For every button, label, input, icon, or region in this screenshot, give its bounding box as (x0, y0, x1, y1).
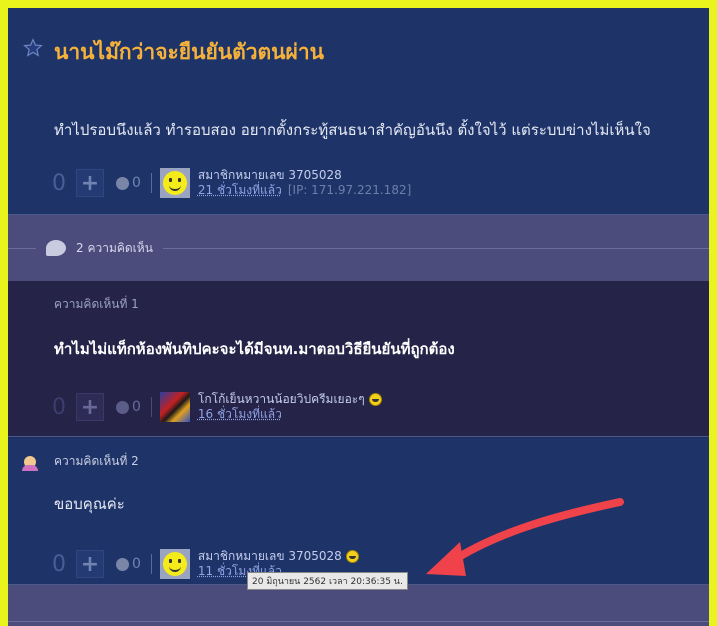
comment-2: ความคิดเห็นที่ 2 ขอบคุณค่ะ 0 + 0 สมาชิกห… (8, 438, 709, 585)
avatar[interactable] (159, 392, 190, 422)
vote-count: 0 (52, 170, 66, 196)
divider (150, 554, 152, 574)
comment-text: ทำไมไม่แท็กห้องพันทิปคะจะได้มีจนท.มาตอบว… (54, 340, 455, 358)
smiley-avatar-icon (162, 552, 187, 576)
emotion-button[interactable]: 0 (116, 175, 141, 191)
favorite-star-icon[interactable] (23, 38, 43, 58)
emotion-button[interactable]: 0 (116, 399, 141, 415)
page-frame: นานไม๊กว่าจะยืนยันตัวตนผ่าน ทำไปรอบนึงแล… (8, 8, 709, 626)
divider (150, 173, 152, 193)
comments-count-label: 2 ความคิดเห็น (36, 235, 163, 261)
topic-owner-icon (22, 456, 38, 471)
author-name-link[interactable]: โกโก้เย็นหวานน้อยวิปครีมเยอะๆ (198, 392, 382, 407)
vote-plus-button[interactable]: + (76, 393, 104, 421)
emotion-face-icon (116, 557, 129, 571)
emotion-count: 0 (132, 175, 141, 191)
laughing-emoji-icon (368, 393, 382, 406)
author-meta: สมาชิกหมายเลข 3705028 21 ชั่วโมงที่แล้ว [… (198, 168, 411, 198)
comment-label: ความคิดเห็นที่ 2 (54, 454, 139, 468)
comment-label: ความคิดเห็นที่ 1 (54, 297, 139, 311)
bottom-divider (8, 585, 709, 626)
topic-action-bar: 0 + 0 สมาชิกหมายเลข 3705028 21 ชั่วโมงที… (52, 163, 411, 203)
comments-divider: 2 ความคิดเห็น (8, 215, 709, 281)
topic-body: ทำไปรอบนึงแล้ว ทำรอบสอง อยากตั้งกระทู้สน… (54, 121, 651, 139)
vote-count: 0 (52, 394, 66, 420)
comments-count-text: 2 ความคิดเห็น (76, 240, 153, 255)
emotion-face-icon (116, 176, 129, 190)
divider (150, 397, 152, 417)
ip-address: [IP: 171.97.221.182] (287, 183, 412, 197)
author-meta: โกโก้เย็นหวานน้อยวิปครีมเยอะๆ 16 ชั่วโมง… (198, 392, 382, 422)
post-time-link[interactable]: 16 ชั่วโมงที่แล้ว (198, 407, 382, 422)
vote-count: 0 (52, 551, 66, 577)
comment-action-bar: 0 + 0 โกโก้เย็นหวานน้อยวิปครีมเยอะๆ 16 ช… (52, 387, 382, 427)
time-tooltip: 20 มิถุนายน 2562 เวลา 20:36:35 น. (247, 572, 408, 590)
author-name: สมาชิกหมายเลข 3705028 (197, 549, 342, 563)
avatar[interactable] (159, 549, 190, 579)
topic-title: นานไม๊กว่าจะยืนยันตัวตนผ่าน (54, 40, 324, 64)
topic-post: นานไม๊กว่าจะยืนยันตัวตนผ่าน ทำไปรอบนึงแล… (8, 8, 709, 215)
author-name-link[interactable]: สมาชิกหมายเลข 3705028 (198, 168, 411, 183)
emotion-face-icon (116, 400, 129, 414)
comment-text: ขอบคุณค่ะ (54, 495, 125, 513)
smiley-avatar-icon (162, 171, 187, 195)
author-name-link[interactable]: สมาชิกหมายเลข 3705028 (198, 549, 359, 564)
emotion-count: 0 (132, 556, 141, 572)
post-time-link[interactable]: 21 ชั่วโมงที่แล้ว (198, 183, 282, 197)
comment-1: ความคิดเห็นที่ 1 ทำไมไม่แท็กห้องพันทิปคะ… (8, 281, 709, 437)
author-name: โกโก้เย็นหวานน้อยวิปครีมเยอะๆ (197, 392, 365, 406)
laughing-emoji-icon (345, 550, 359, 563)
comment-bubble-icon (46, 240, 66, 256)
divider-line (8, 621, 709, 622)
vote-plus-button[interactable]: + (76, 550, 104, 578)
avatar[interactable] (159, 168, 190, 198)
emotion-button[interactable]: 0 (116, 556, 141, 572)
vote-plus-button[interactable]: + (76, 169, 104, 197)
emotion-count: 0 (132, 399, 141, 415)
